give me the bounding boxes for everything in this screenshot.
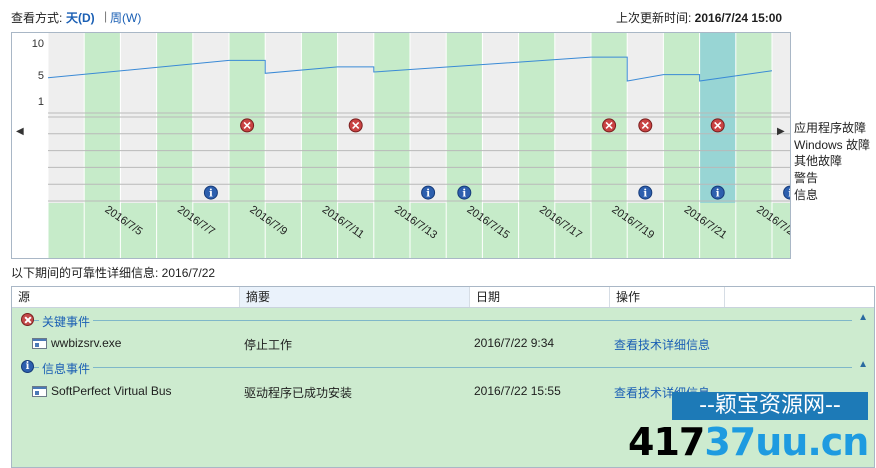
row-label-warning: 警告 — [794, 171, 819, 185]
day-column — [229, 33, 266, 203]
row-label-windows-failure: Windows 故障 — [794, 138, 871, 152]
day-column — [735, 33, 772, 203]
info-i-glyph: i — [716, 189, 720, 200]
column-header-date[interactable]: 日期 — [470, 287, 610, 307]
info-i-glyph: i — [426, 189, 430, 200]
table-row[interactable]: wwbizsrv.exe 停止工作 2016/7/22 9:34 查看技术详细信… — [12, 332, 874, 354]
table-header: 源 摘要 日期 操作 — [12, 287, 874, 308]
row-source: wwbizsrv.exe — [51, 336, 122, 350]
error-icon — [21, 313, 34, 326]
group-info-events[interactable]: i 信息事件 ▲ — [12, 357, 874, 377]
last-update-label: 上次更新时间: — [616, 11, 695, 25]
day-column — [192, 33, 229, 203]
day-column — [591, 33, 628, 203]
column-header-source[interactable]: 源 — [12, 287, 240, 307]
day-column — [120, 33, 157, 203]
watermark-banner: --颖宝资源网-- — [672, 392, 868, 420]
details-title: 以下期间的可靠性详细信息: 2016/7/22 — [11, 266, 216, 280]
info-icon: i — [21, 360, 34, 373]
group-label: 信息事件 — [39, 360, 94, 377]
column-header-action[interactable]: 操作 — [610, 287, 725, 307]
watermark-url: 41737uu.cn — [628, 420, 873, 464]
day-column — [265, 33, 302, 203]
info-i-glyph: i — [643, 189, 647, 200]
y-tick-label: 1 — [38, 96, 44, 108]
collapse-chevron-icon[interactable]: ▲ — [858, 359, 868, 370]
reliability-chart[interactable]: 1051iiiiii2016/7/52016/7/72016/7/92016/7… — [11, 32, 791, 259]
last-update-text: 上次更新时间: 2016/7/24 15:00 — [616, 9, 782, 26]
day-column — [373, 33, 410, 203]
axis-column — [48, 203, 85, 258]
view-day-link[interactable]: 天(D) — [66, 9, 95, 26]
view-technical-details-link[interactable]: 查看技术详细信息 — [614, 336, 710, 353]
row-label-app-failure: 应用程序故障 — [794, 121, 867, 135]
reliability-chart-svg[interactable]: 1051iiiiii2016/7/52016/7/72016/7/92016/7… — [12, 33, 790, 258]
day-column — [518, 33, 555, 203]
info-i-glyph: i — [788, 189, 790, 200]
day-column — [337, 33, 374, 203]
day-column — [48, 33, 85, 203]
row-label-info: 信息 — [794, 188, 819, 202]
application-icon — [32, 386, 47, 397]
application-icon — [32, 338, 47, 349]
group-divider — [32, 367, 852, 368]
collapse-chevron-icon[interactable]: ▲ — [858, 312, 868, 323]
watermark-prefix: 417 — [628, 420, 705, 464]
day-column — [156, 33, 193, 203]
group-critical-events[interactable]: 关键事件 ▲ — [12, 310, 874, 330]
row-date: 2016/7/22 9:34 — [474, 336, 555, 350]
view-mode-label: 查看方式: — [11, 11, 63, 25]
row-label-other-failure: 其他故障 — [794, 154, 843, 168]
day-column — [482, 33, 519, 203]
info-i-glyph: i — [462, 189, 466, 200]
day-column — [627, 33, 664, 203]
day-column — [699, 33, 736, 203]
day-column — [663, 33, 700, 203]
day-column — [772, 33, 790, 203]
row-summary: 驱动程序已成功安装 — [244, 386, 353, 400]
day-column — [84, 33, 121, 203]
day-column — [446, 33, 483, 203]
y-tick-label: 5 — [38, 70, 44, 82]
view-week-link[interactable]: 周(W) — [110, 9, 141, 26]
day-column — [410, 33, 447, 203]
column-header-summary[interactable]: 摘要 — [240, 287, 470, 307]
row-date: 2016/7/22 15:55 — [474, 384, 561, 398]
y-tick-label: 10 — [32, 38, 44, 50]
chart-scroll-left-icon[interactable]: ◀ — [16, 126, 24, 137]
chart-scroll-right-icon[interactable]: ▶ — [777, 126, 785, 137]
last-update-value: 2016/7/24 15:00 — [694, 11, 783, 25]
day-column — [301, 33, 338, 203]
group-label: 关键事件 — [39, 313, 94, 330]
row-summary: 停止工作 — [244, 338, 293, 352]
info-i-glyph: i — [209, 189, 213, 200]
row-source: SoftPerfect Virtual Bus — [51, 384, 172, 398]
view-separator: | — [104, 9, 108, 23]
watermark-main: 37uu.cn — [704, 420, 869, 464]
group-divider — [32, 320, 852, 321]
